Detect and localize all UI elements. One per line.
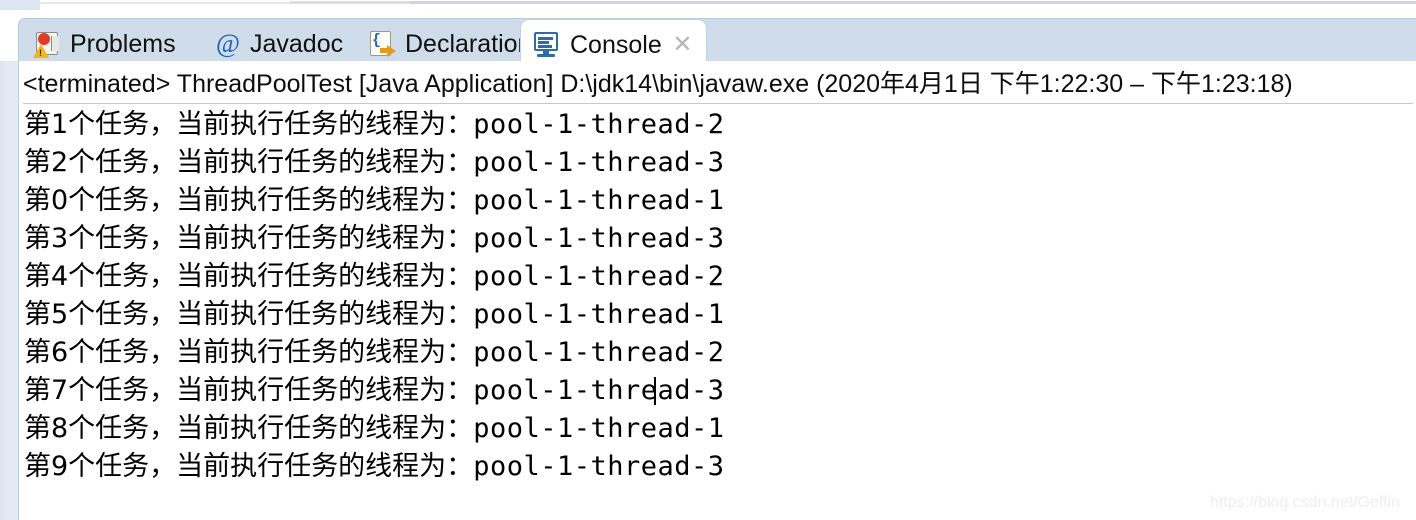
console-output-line: 第9个任务，当前执行任务的线程为：pool-1-thread-3 (24, 448, 1412, 486)
console-line-thread-name: pool-1-thread-1 (473, 185, 725, 216)
console-icon (533, 32, 561, 58)
console-output-line: 第4个任务，当前执行任务的线程为：pool-1-thread-2 (24, 258, 1412, 296)
left-margin-strip (0, 61, 18, 520)
console-view[interactable]: <terminated> ThreadPoolTest [Java Applic… (18, 61, 1416, 520)
strip-segment-mid2 (290, 1, 410, 4)
console-output-line: 第0个任务，当前执行任务的线程为：pool-1-thread-1 (24, 182, 1412, 220)
console-line-message: 第5个任务，当前执行任务的线程为： (24, 299, 474, 330)
console-output-line: 第7个任务，当前执行任务的线程为：pool-1-thread-3 (24, 372, 1412, 410)
console-line-message: 第2个任务，当前执行任务的线程为： (24, 147, 474, 178)
console-line-message: 第0个任务，当前执行任务的线程为： (24, 185, 474, 216)
declaration-icon: { (368, 30, 396, 58)
console-output-line: 第8个任务，当前执行任务的线程为：pool-1-thread-1 (24, 410, 1412, 448)
console-output-line: 第5个任务，当前执行任务的线程为：pool-1-thread-1 (24, 296, 1412, 334)
console-line-thread-name: pool-1-thread-3 (473, 223, 725, 254)
console-output[interactable]: 第1个任务，当前执行任务的线程为：pool-1-thread-2 第2个任务，当前… (24, 106, 1412, 486)
tab-console-label: Console (570, 30, 662, 59)
console-line-message: 第4个任务，当前执行任务的线程为： (24, 261, 474, 292)
console-output-line: 第3个任务，当前执行任务的线程为：pool-1-thread-3 (24, 220, 1412, 258)
console-output-line: 第2个任务，当前执行任务的线程为：pool-1-thread-3 (24, 144, 1412, 182)
strip-segment-left (0, 0, 40, 10)
tab-javadoc-label: Javadoc (250, 29, 344, 58)
console-line-thread-name: pool-1-thread-3 (473, 375, 725, 406)
console-line-message: 第8个任务，当前执行任务的线程为： (24, 413, 474, 444)
console-line-message: 第1个任务，当前执行任务的线程为： (24, 109, 474, 140)
left-margin-inner (4, 61, 18, 520)
console-line-thread-name: pool-1-thread-2 (473, 261, 725, 292)
status-separator (23, 103, 1413, 104)
console-line-message: 第7个任务，当前执行任务的线程为： (24, 375, 474, 406)
watermark: https://blog.csdn.net/Geffin (1209, 494, 1400, 511)
close-icon[interactable]: ✕ (671, 33, 694, 57)
text-caret (654, 377, 656, 405)
tab-declaration-label: Declaration (405, 29, 532, 58)
console-line-thread-name: pool-1-thread-3 (473, 147, 725, 178)
console-output-line: 第1个任务，当前执行任务的线程为：pool-1-thread-2 (24, 106, 1412, 144)
view-tab-bar: ! Problems @ Javadoc { Declaration Conso… (0, 10, 1416, 70)
panel-above-remnant (0, 0, 1416, 10)
console-line-thread-name: pool-1-thread-3 (473, 451, 725, 482)
console-line-thread-name: pool-1-thread-2 (473, 337, 725, 368)
launch-status-line: <terminated> ThreadPoolTest [Java Applic… (23, 70, 1293, 98)
console-line-thread-name: pool-1-thread-1 (473, 299, 725, 330)
at-sign-icon: @ (216, 29, 240, 58)
problems-icon: ! (33, 30, 61, 58)
console-line-thread-name: pool-1-thread-1 (473, 413, 725, 444)
console-line-message: 第9个任务，当前执行任务的线程为： (24, 451, 474, 482)
console-line-message: 第3个任务，当前执行任务的线程为： (24, 223, 474, 254)
console-line-thread-name: pool-1-thread-2 (473, 109, 725, 140)
tab-problems-label: Problems (70, 29, 176, 58)
console-line-message: 第6个任务，当前执行任务的线程为： (24, 337, 474, 368)
console-output-line: 第6个任务，当前执行任务的线程为：pool-1-thread-2 (24, 334, 1412, 372)
strip-segment-right (410, 1, 1416, 4)
strip-segment-mid (40, 2, 290, 4)
